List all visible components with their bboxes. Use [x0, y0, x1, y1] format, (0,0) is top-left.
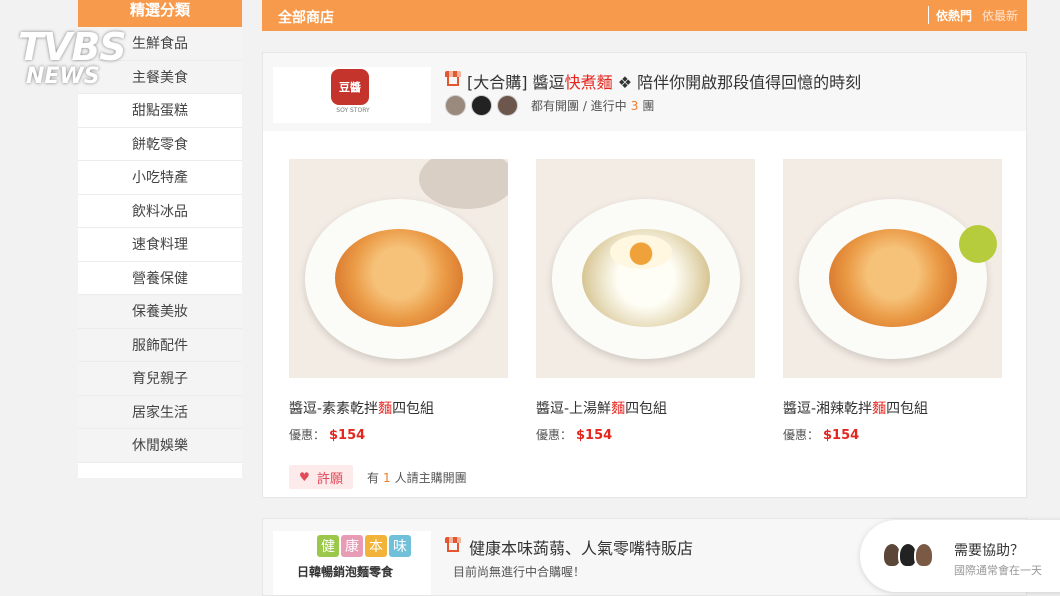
- sidebar-item-home[interactable]: 居家生活: [78, 395, 242, 429]
- sort-newest-link[interactable]: 依最新: [982, 7, 1018, 24]
- divider: [928, 6, 929, 24]
- store-logo-seal: 豆醬: [331, 69, 369, 105]
- avatar[interactable]: [497, 95, 518, 116]
- shop-icon: [445, 71, 461, 86]
- product-price: 優惠： $154: [783, 428, 860, 443]
- store-logo[interactable]: 健 康 本 味 日韓暢銷泡麵零食: [273, 531, 431, 595]
- sidebar-item-desserts[interactable]: 甜點蛋糕: [78, 94, 242, 128]
- store-logo[interactable]: 豆醬 SOY STORY: [273, 67, 431, 123]
- store-logo-subtitle: SOY STORY: [336, 107, 370, 114]
- page-title: 全部商店: [278, 10, 334, 26]
- product-name[interactable]: 醬逗-湘辣乾拌麵四包組: [783, 398, 1002, 418]
- sidebar-item-snacks[interactable]: 餅乾零食: [78, 127, 242, 161]
- product-card[interactable]: 醬逗-湘辣乾拌麵四包組 優惠： $154: [783, 159, 1002, 443]
- product-price: 優惠： $154: [289, 428, 366, 443]
- sidebar-item-kids[interactable]: 育兒親子: [78, 362, 242, 396]
- avatar[interactable]: [445, 95, 466, 116]
- product-image[interactable]: [783, 159, 1002, 378]
- help-chat-widget[interactable]: 需要協助？ 國際通常會在一天: [860, 520, 1060, 592]
- group-buy-status: 目前尚無進行中合購喔！: [453, 565, 586, 579]
- store-title-link[interactable]: [大合購] 醬逗快煮麵 ❖ 陪伴你開啟那段值得回憶的時刻: [467, 69, 861, 93]
- sidebar-header: 精選分類: [78, 0, 242, 27]
- support-agents-icon: [882, 542, 934, 568]
- avatar[interactable]: [471, 95, 492, 116]
- wish-button-label: 許願: [317, 471, 344, 487]
- wish-count-note: 有 1 人請主購開團: [367, 471, 467, 485]
- product-price: 優惠： $154: [536, 428, 613, 443]
- sidebar-item-instant-food[interactable]: 速食料理: [78, 228, 242, 262]
- store-title-suffix: ❖ 陪伴你開啟那段值得回憶的時刻: [617, 73, 862, 92]
- store-card: 豆醬 SOY STORY [大合購] 醬逗快煮麵 ❖ 陪伴你開啟那段值得回憶的時…: [262, 52, 1027, 498]
- shop-icon: [445, 537, 461, 552]
- heart-icon: ♥: [299, 470, 310, 484]
- product-image[interactable]: [289, 159, 508, 378]
- active-group-count: 3: [630, 99, 639, 113]
- sidebar-item-local-specialties[interactable]: 小吃特產: [78, 161, 242, 195]
- store-card-header: 豆醬 SOY STORY [大合購] 醬逗快煮麵 ❖ 陪伴你開啟那段值得回憶的時…: [263, 53, 1026, 131]
- store-title-prefix: [大合購] 醬逗: [467, 73, 565, 92]
- wish-button[interactable]: ♥ 許願: [289, 465, 354, 489]
- product-card[interactable]: 醬逗-素素乾拌麵四包組 優惠： $154: [289, 159, 508, 443]
- sidebar-item-leisure[interactable]: 休閒娛樂: [78, 429, 242, 463]
- help-subtitle: 國際通常會在一天: [954, 564, 1042, 577]
- group-buy-status: 都有開團 / 進行中 3 團: [531, 99, 655, 113]
- product-name[interactable]: 醬逗-上湯鮮麵四包組: [536, 398, 755, 418]
- sort-popular-link[interactable]: 依熱門: [936, 7, 972, 24]
- sidebar-item-drinks[interactable]: 飲料冰品: [78, 194, 242, 228]
- sidebar-item-apparel[interactable]: 服飾配件: [78, 328, 242, 362]
- member-avatars: [445, 95, 518, 116]
- product-card[interactable]: 醬逗-上湯鮮麵四包組 優惠： $154: [536, 159, 755, 443]
- store-logo-tiles: 健 康 本 味: [317, 535, 411, 557]
- product-image[interactable]: [536, 159, 755, 378]
- help-title: 需要協助？: [954, 543, 1024, 559]
- store-title-link[interactable]: 健康本味蒟蒻、人氣零嘴特販店: [469, 535, 693, 559]
- sidebar-item-health[interactable]: 營養保健: [78, 261, 242, 295]
- wish-count: 1: [383, 471, 391, 485]
- product-name[interactable]: 醬逗-素素乾拌麵四包組: [289, 398, 508, 418]
- sidebar-item-beauty[interactable]: 保養美妝: [78, 295, 242, 329]
- tvbs-news-logo: TVBS NEWS: [18, 25, 127, 89]
- store-logo-subtitle: 日韓暢銷泡麵零食: [297, 565, 394, 579]
- stores-header-bar: 全部商店 依熱門 依最新: [262, 0, 1027, 31]
- store-title-highlight: 快煮麵: [564, 73, 613, 92]
